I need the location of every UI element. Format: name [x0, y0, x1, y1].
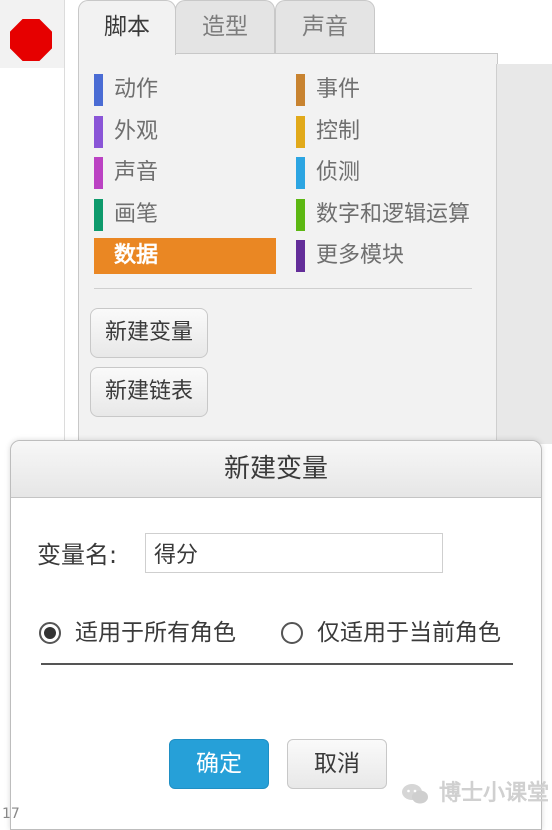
- radio-unchecked-icon: [281, 622, 303, 644]
- dialog-title: 新建变量: [11, 441, 541, 498]
- category-label: 声音: [114, 160, 159, 185]
- category-right-1[interactable]: 控制: [296, 114, 478, 150]
- category-color-bar: [296, 157, 305, 189]
- variable-name-label: 变量名:: [37, 541, 118, 569]
- category-left-3[interactable]: 画笔: [94, 197, 276, 233]
- category-color-bar: [296, 240, 305, 272]
- category-color-bar: [94, 157, 103, 189]
- tab-sounds[interactable]: 声音: [275, 0, 375, 53]
- wechat-icon: [402, 784, 428, 804]
- scripts-area[interactable]: [496, 64, 552, 444]
- category-right-4[interactable]: 更多模块: [296, 238, 478, 274]
- stop-area: [0, 0, 65, 68]
- category-label: 外观: [114, 118, 159, 144]
- radio-this-sprite-only[interactable]: 仅适用于当前角色: [281, 619, 501, 647]
- category-color-bar: [296, 74, 305, 106]
- category-left-0[interactable]: 动作: [94, 72, 276, 108]
- category-right-0[interactable]: 事件: [296, 72, 478, 108]
- radio-all-sprites-label: 适用于所有角色: [75, 620, 236, 646]
- watermark: 博士小课堂: [401, 779, 549, 809]
- new-list-button[interactable]: 新建链表: [90, 367, 209, 417]
- category-color-bar: [94, 198, 103, 231]
- tab-scripts[interactable]: 脚本: [78, 0, 176, 55]
- category-label: 控制: [316, 118, 361, 144]
- ok-button[interactable]: 确定: [169, 739, 269, 789]
- dialog-divider: [41, 663, 513, 665]
- corner-number: 17: [2, 806, 20, 822]
- category-left-1[interactable]: 外观: [94, 114, 276, 150]
- category-label: 画笔: [114, 201, 159, 227]
- category-color-bar: [296, 115, 305, 148]
- radio-all-sprites[interactable]: 适用于所有角色: [39, 619, 236, 647]
- radio-this-sprite-only-label: 仅适用于当前角色: [317, 620, 501, 646]
- new-variable-button[interactable]: 新建变量: [90, 308, 209, 358]
- category-label: 侦测: [316, 160, 361, 185]
- category-color-bar: [296, 198, 305, 231]
- category-color-bar: [94, 74, 103, 106]
- category-label: 事件: [316, 77, 361, 102]
- radio-checked-icon: [39, 622, 61, 644]
- category-label: 数据: [114, 243, 159, 268]
- category-label: 更多模块: [316, 243, 405, 268]
- cancel-button[interactable]: 取消: [287, 739, 387, 789]
- category-right-2[interactable]: 侦测: [296, 155, 478, 191]
- category-label: 动作: [114, 77, 159, 102]
- stop-sign-icon[interactable]: [10, 19, 52, 61]
- category-label: 数字和逻辑运算: [316, 201, 471, 227]
- palette-divider: [94, 288, 472, 289]
- tab-costumes[interactable]: 造型: [175, 0, 275, 53]
- new-variable-dialog: 新建变量 变量名: 适用于所有角色 仅适用于当前角色 确定 取消 博士小课堂: [10, 440, 549, 830]
- category-left-4[interactable]: 数据: [94, 238, 276, 274]
- category-left-2[interactable]: 声音: [94, 155, 276, 191]
- category-right-3[interactable]: 数字和逻辑运算: [296, 197, 478, 233]
- variable-name-input[interactable]: [145, 533, 443, 573]
- category-color-bar: [94, 115, 103, 148]
- watermark-text: 博士小课堂: [439, 781, 550, 806]
